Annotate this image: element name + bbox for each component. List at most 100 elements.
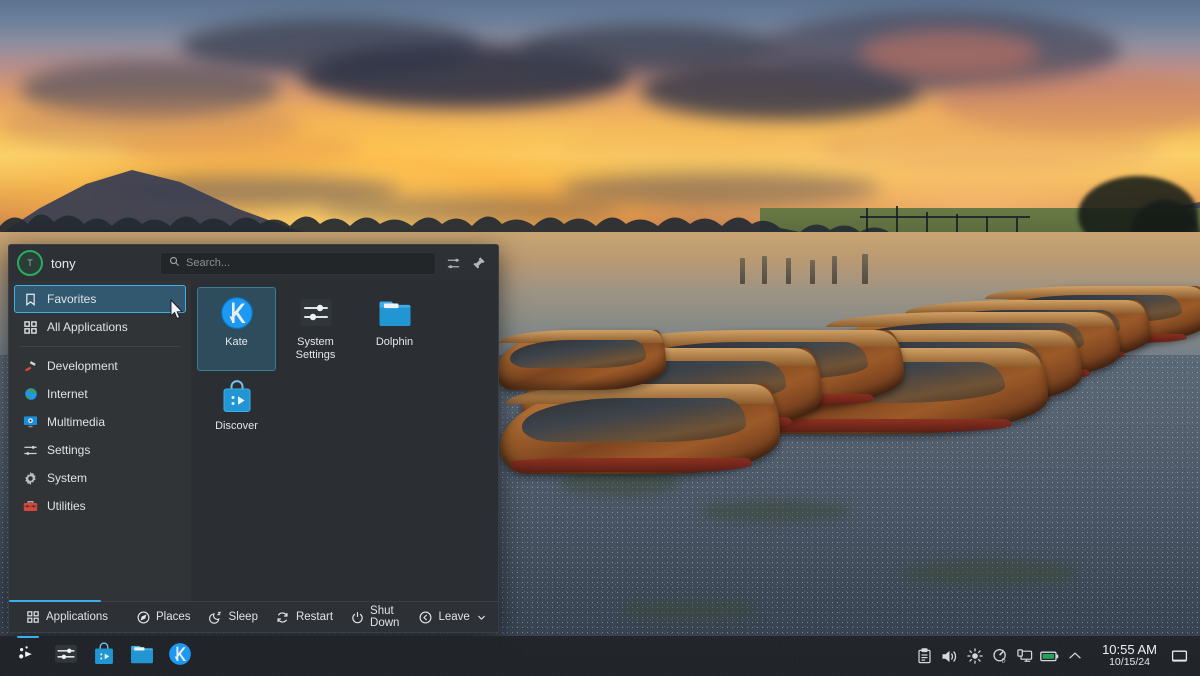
taskbar-item-dolphin[interactable] bbox=[123, 639, 161, 673]
brightness-icon[interactable] bbox=[962, 644, 987, 669]
sidebar-item-favorites[interactable]: Favorites bbox=[14, 285, 186, 313]
disk-icon[interactable]: D bbox=[987, 644, 1012, 669]
power-label: Leave bbox=[438, 611, 470, 623]
search-input[interactable]: Search... bbox=[160, 251, 436, 275]
sleep-button[interactable]: Sleep bbox=[200, 606, 267, 628]
clipboard-icon[interactable] bbox=[912, 644, 937, 669]
pin-icon[interactable] bbox=[470, 254, 488, 272]
sidebar-item-label: Favorites bbox=[47, 292, 97, 306]
system-settings-icon bbox=[54, 642, 78, 671]
gear-icon bbox=[23, 471, 38, 486]
media-icon bbox=[23, 415, 38, 430]
taskbar-item-kate[interactable] bbox=[161, 639, 199, 673]
taskbar-item-system-settings[interactable] bbox=[47, 639, 85, 673]
kickoff-sidebar: Favorites All Applications Development I… bbox=[9, 281, 191, 601]
search-placeholder: Search... bbox=[186, 257, 231, 269]
taskbar-panel: D 10:55 AM 10/15/24 bbox=[0, 636, 1200, 676]
power-icon bbox=[351, 610, 364, 624]
sidebar-item-internet[interactable]: Internet bbox=[14, 380, 186, 408]
grid-icon bbox=[23, 320, 38, 335]
leave-icon bbox=[418, 610, 432, 624]
discover-icon bbox=[93, 641, 115, 671]
app-tile-label: System Settings bbox=[295, 336, 336, 361]
taskbar-launchers bbox=[0, 636, 199, 673]
active-indicator bbox=[17, 636, 39, 638]
kate-icon bbox=[220, 296, 254, 330]
app-tile-label: Dolphin bbox=[375, 336, 414, 348]
app-tile-label: Kate bbox=[225, 336, 248, 348]
app-tile-kate[interactable]: Kate bbox=[197, 287, 276, 371]
application-launcher-menu[interactable]: T tony Search... Favorites All Applicati… bbox=[8, 244, 499, 633]
leave-button[interactable]: Leave bbox=[409, 606, 495, 628]
power-label: Shut Down bbox=[370, 605, 400, 629]
sidebar-item-utilities[interactable]: Utilities bbox=[14, 492, 186, 520]
kickoff-app-grid-area: Kate System Settings Dolphin Discover bbox=[191, 281, 498, 601]
sidebar-item-label: All Applications bbox=[47, 320, 128, 334]
sidebar-item-label: System bbox=[47, 471, 88, 485]
kickoff-body: Favorites All Applications Development I… bbox=[9, 281, 498, 601]
battery-icon[interactable] bbox=[1037, 644, 1062, 669]
sidebar-item-label: Settings bbox=[47, 443, 91, 457]
sidebar-item-development[interactable]: Development bbox=[14, 352, 186, 380]
taskbar-clock[interactable]: 10:55 AM 10/15/24 bbox=[1093, 643, 1166, 669]
sliders-icon bbox=[23, 443, 38, 458]
kickoff-footer: Applications Places Sleep Restart Shut D… bbox=[9, 601, 498, 632]
kate-icon bbox=[168, 642, 192, 671]
sidebar-item-multimedia[interactable]: Multimedia bbox=[14, 408, 186, 436]
kickoff-icon bbox=[16, 642, 40, 671]
applications-tab-indicator bbox=[9, 600, 101, 602]
user-name[interactable]: tony bbox=[51, 256, 76, 271]
favorites-grid: Kate System Settings Dolphin Discover bbox=[197, 287, 492, 455]
show-desktop-icon[interactable] bbox=[1166, 643, 1192, 669]
configure-icon[interactable] bbox=[444, 254, 462, 272]
chevron-up-icon[interactable] bbox=[1062, 644, 1087, 669]
sidebar-item-label: Development bbox=[47, 359, 118, 373]
restart-button[interactable]: Restart bbox=[267, 606, 342, 628]
app-tile-discover[interactable]: Discover bbox=[197, 371, 276, 455]
avatar[interactable]: T bbox=[17, 250, 43, 276]
sleep-icon bbox=[209, 610, 223, 624]
svg-text:D: D bbox=[1001, 658, 1005, 664]
sidebar-item-label: Utilities bbox=[47, 499, 86, 513]
system-tray: D bbox=[912, 644, 1093, 669]
sidebar-item-system[interactable]: System bbox=[14, 464, 186, 492]
avatar-initial: T bbox=[27, 258, 33, 268]
system-settings-icon bbox=[299, 296, 333, 330]
tab-label: Places bbox=[156, 611, 191, 623]
boat bbox=[500, 384, 780, 474]
bookmark-icon bbox=[23, 292, 38, 307]
display-icon[interactable] bbox=[1012, 644, 1037, 669]
toolbox-icon bbox=[23, 499, 38, 514]
app-tile-label: Discover bbox=[215, 420, 258, 432]
discover-icon bbox=[220, 380, 254, 414]
dolphin-icon bbox=[130, 643, 154, 670]
dolphin-icon bbox=[378, 296, 412, 330]
tab-places[interactable]: Places bbox=[127, 606, 200, 628]
sidebar-item-label: Internet bbox=[47, 387, 88, 401]
power-label: Sleep bbox=[228, 611, 258, 623]
sidebar-item-settings[interactable]: Settings bbox=[14, 436, 186, 464]
clock-time: 10:55 AM bbox=[1102, 642, 1157, 657]
tab-applications[interactable]: Applications bbox=[17, 606, 117, 628]
power-label: Restart bbox=[295, 611, 334, 623]
compass-icon bbox=[136, 610, 150, 624]
sidebar-item-label: Multimedia bbox=[47, 415, 106, 429]
clock-date: 10/15/24 bbox=[1109, 656, 1150, 668]
taskbar-item-discover[interactable] bbox=[85, 639, 123, 673]
taskbar-item-application-launcher[interactable] bbox=[9, 636, 47, 673]
boat bbox=[496, 330, 666, 390]
sidebar-separator bbox=[20, 346, 180, 347]
globe-icon bbox=[23, 387, 38, 402]
shutdown-button[interactable]: Shut Down bbox=[342, 605, 409, 629]
chevron-down-icon bbox=[476, 610, 487, 624]
desktop-screen: T tony Search... Favorites All Applicati… bbox=[0, 0, 1200, 676]
app-tile-dolphin[interactable]: Dolphin bbox=[355, 287, 434, 371]
kickoff-header: T tony Search... bbox=[9, 245, 498, 281]
app-tile-system-settings[interactable]: System Settings bbox=[276, 287, 355, 371]
restart-icon bbox=[276, 610, 290, 624]
volume-icon[interactable] bbox=[937, 644, 962, 669]
sidebar-item-all-applications[interactable]: All Applications bbox=[14, 313, 186, 341]
hammer-icon bbox=[23, 359, 38, 374]
tab-label: Applications bbox=[46, 611, 109, 623]
search-icon bbox=[169, 254, 180, 272]
